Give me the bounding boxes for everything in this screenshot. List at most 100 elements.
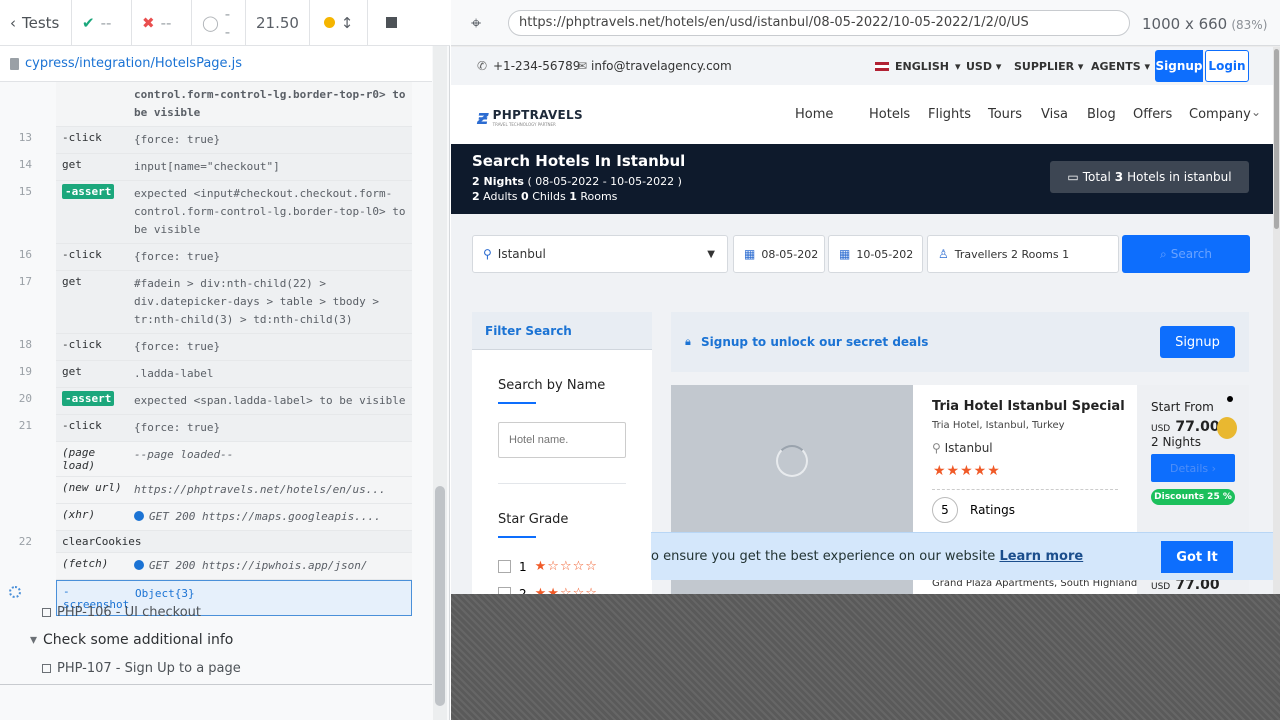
login-top-button[interactable]: Login — [1205, 50, 1249, 82]
command-number: 13 — [18, 131, 32, 144]
tests-button[interactable]: ‹ Tests — [0, 0, 72, 46]
check-icon: ✔ — [82, 13, 95, 32]
log-scrollbar-thumb[interactable] — [435, 486, 445, 706]
test-item[interactable]: PHP-107 - Sign Up to a page — [0, 654, 432, 682]
nav-link-hotels[interactable]: Hotels — [869, 107, 928, 122]
command-name: -assert — [56, 184, 134, 239]
command-row[interactable]: (page load) --page loaded-- — [56, 442, 412, 477]
command-number: 20 — [18, 392, 32, 405]
hotel-name-input[interactable] — [498, 422, 626, 458]
email-link[interactable]: info@travelagency.com — [591, 59, 732, 73]
bed-icon: ▭ — [1067, 170, 1079, 184]
filter-title: Filter Search — [472, 312, 652, 350]
command-message: #fadein > div:nth-child(22) > div.datepi… — [134, 275, 412, 329]
cross-icon: ✖ — [142, 13, 155, 32]
heading-underline — [498, 536, 536, 538]
spec-path-bar[interactable]: cypress/integration/HotelsPage.js — [0, 46, 432, 82]
app-under-test-panel: ⌖ https://phptravels.net/hotels/en/usd/i… — [451, 0, 1280, 720]
command-row[interactable]: 17 get #fadein > div:nth-child(22) > div.d… — [19, 271, 412, 334]
search-form: ⚲ Istanbul ▼ ▦ 08-05-202 ▦ 10-05-202 ♙ T… — [472, 235, 1250, 273]
command-row[interactable]: 13 -click {force: true} — [19, 127, 412, 154]
command-message: GET 200 https://maps.googleapis.... — [134, 508, 412, 526]
nav-link-home[interactable]: Home — [795, 107, 869, 122]
spec-path: cypress/integration/HotelsPage.js — [25, 56, 243, 71]
failed-count: ✖ -- — [132, 0, 192, 46]
supplier-dropdown[interactable]: SUPPLIER ▾ — [1014, 60, 1083, 73]
learn-more-link[interactable]: Learn more — [999, 549, 1083, 564]
command-name: -click — [62, 248, 102, 261]
star-filter-2[interactable]: 2 ★★☆☆☆ — [498, 586, 598, 594]
command-row[interactable]: (fetch) GET 200 https://ipwhois.app/json/ — [56, 553, 412, 580]
caret-down-icon: ▾ — [954, 59, 961, 73]
nav-link-blog[interactable]: Blog — [1087, 107, 1133, 122]
hotel-stars: ★★★★★ — [933, 463, 1001, 479]
currency-dropdown[interactable]: USD ▾ — [966, 60, 1001, 73]
command-name: -click — [62, 131, 102, 144]
command-row[interactable]: 22 clearCookies — [19, 531, 412, 553]
stop-button[interactable] — [368, 0, 414, 46]
search-button[interactable]: ⌕ Search — [1122, 235, 1250, 273]
signup-deals-text: Signup to unlock our secret deals — [701, 335, 929, 349]
got-it-button[interactable]: Got It — [1161, 541, 1233, 573]
command-message-text: input[name="checkout"] — [134, 160, 280, 173]
command-name: -click — [62, 419, 102, 432]
command-row[interactable]: 15 -assert expected <input#checkout.checko… — [19, 181, 412, 244]
nav-link-company[interactable]: Company — [1189, 107, 1259, 122]
nav-link-tours[interactable]: Tours — [988, 107, 1041, 122]
command-row[interactable]: 16 -click {force: true} — [19, 244, 412, 271]
command-number: 22 — [18, 535, 32, 548]
checkbox[interactable] — [498, 560, 511, 573]
nav-link-visa[interactable]: Visa — [1041, 107, 1087, 122]
command-message: {force: true} — [134, 419, 412, 437]
lock-icon: 🔒︎ — [685, 335, 691, 348]
details-button[interactable]: Details › — [1151, 454, 1235, 482]
command-row[interactable]: 18 -click {force: true} — [19, 334, 412, 361]
signup-top-button[interactable]: Signup — [1155, 50, 1203, 82]
city-select[interactable]: ⚲ Istanbul ▼ — [472, 235, 728, 273]
agents-dropdown[interactable]: AGENTS ▾ — [1091, 60, 1150, 73]
checkin-input[interactable]: ▦ 08-05-202 — [733, 235, 825, 273]
command-row[interactable]: 19 get .ladda-label — [19, 361, 412, 388]
divider — [932, 489, 1118, 490]
command-message: .ladda-label — [134, 365, 412, 383]
command-message: {force: true} — [134, 338, 412, 356]
site-logo[interactable]: ƶ PHPTRAVELS TRAVEL TECHNOLOGY PARTNER — [477, 105, 583, 129]
url-field[interactable]: https://phptravels.net/hotels/en/usd/ist… — [508, 10, 1130, 36]
nav-link-offers[interactable]: Offers — [1133, 107, 1189, 122]
signup-deals-button[interactable]: Signup — [1160, 326, 1235, 358]
language-dropdown[interactable]: ENGLISH ▾ — [875, 60, 961, 73]
suite-item[interactable]: ▾ Check some additional info — [0, 626, 432, 654]
app-scrollbar-thumb[interactable] — [1274, 49, 1279, 229]
test-label: Check some additional info — [43, 632, 234, 648]
pending-circle-icon: ◯ — [202, 13, 219, 32]
command-row[interactable]: control.form-control-lg.border-top-r0> t… — [56, 82, 412, 127]
command-row[interactable]: 21 -click {force: true} — [19, 415, 412, 442]
phone-number[interactable]: +1-234-56789 — [493, 59, 580, 73]
stop-icon — [385, 17, 397, 28]
command-row[interactable]: (new url) https://phptravels.net/hotels/e… — [56, 477, 412, 504]
nav-link-flights[interactable]: Flights — [928, 107, 988, 122]
command-row[interactable]: (xhr) GET 200 https://maps.googleapis.... — [56, 504, 412, 531]
hotel-title[interactable]: Tria Hotel Istanbul Special ... — [932, 399, 1162, 414]
star-filter-1[interactable]: 1 ★☆☆☆☆ — [498, 559, 598, 574]
loading-spinner-icon — [776, 445, 808, 477]
command-name: clearCookies — [62, 535, 142, 548]
selector-playground-icon[interactable]: ⌖ — [471, 13, 481, 34]
travellers-select[interactable]: ♙ Travellers 2 Rooms 1 — [927, 235, 1119, 273]
checkbox[interactable] — [498, 587, 511, 594]
command-row[interactable]: 20 -assert expected <span.ladda-label> to … — [19, 388, 412, 415]
caret-down-icon: ▾ — [30, 632, 38, 648]
autoscroll-toggle[interactable]: ↕ — [310, 0, 368, 46]
command-message: control.form-control-lg.border-top-r0> t… — [134, 86, 412, 122]
chevron-left-icon: ‹ — [10, 13, 16, 32]
command-message-text: {force: true} — [134, 250, 221, 263]
log-scrollbar[interactable] — [433, 46, 447, 720]
xhr-status-icon — [134, 511, 144, 521]
test-item[interactable]: PHP-106 - UI checkout — [0, 598, 432, 626]
command-message-text: --page loaded-- — [134, 448, 234, 461]
command-row[interactable]: 14 get input[name="checkout"] — [19, 154, 412, 181]
app-scrollbar[interactable] — [1273, 47, 1280, 594]
hotel-address: Tria Hotel, Istanbul, Turkey — [932, 420, 1065, 431]
checkout-input[interactable]: ▦ 10-05-202 — [828, 235, 923, 273]
calendar-icon: ▦ — [839, 247, 851, 261]
